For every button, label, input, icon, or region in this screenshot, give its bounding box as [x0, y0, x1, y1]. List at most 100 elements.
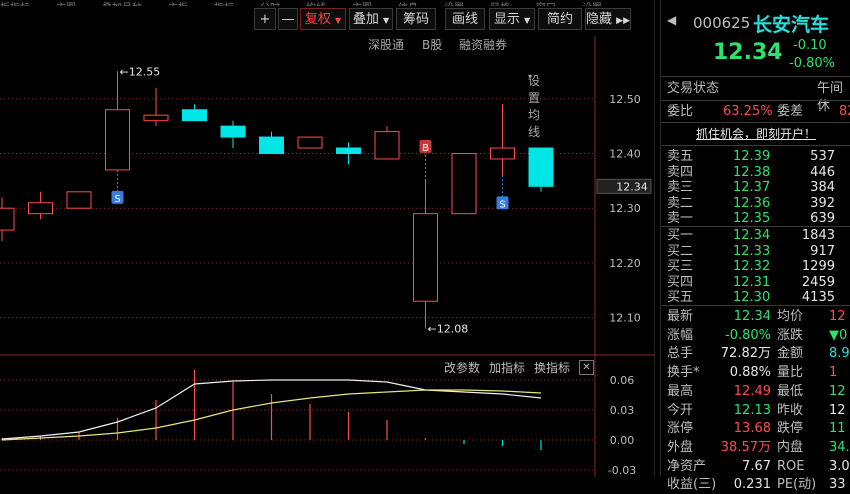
kline-chart-svg[interactable]: 12.50 12.40 12.30 12.20 12.10 12.34 ←12.55 ←12.… [0, 0, 655, 477]
quote-value: 13.68 [733, 421, 771, 437]
quote-label: 总手 [667, 346, 694, 362]
toolbar: 板指标主图叠加品种主板指标分时均线主图信息设置风格窗口设置 + — 复权 ▼ 叠… [0, 0, 660, 36]
y-tick-label: 12.40 [609, 147, 641, 160]
candle-body [220, 125, 246, 138]
quote-label: 外盘 [667, 439, 694, 455]
quote-label: 跌停 [777, 421, 804, 437]
current-price: 12.34 [713, 40, 783, 65]
bgu-link[interactable]: B股 [422, 36, 442, 53]
toolbar-top-strip: 板指标主图叠加品种主板指标分时均线主图信息设置风格窗口设置 [0, 0, 660, 7]
gai-canshu-button[interactable]: 改参数 [444, 359, 480, 376]
quote-row: 今开 12.13 昨收 12 [661, 402, 850, 420]
kline-chart-area[interactable]: 12.50 12.40 12.30 12.20 12.10 12.34 ←12.55 ←12.… [0, 0, 655, 477]
weicha-value: 82 [839, 104, 850, 119]
quote-value: 0.231 [733, 477, 771, 493]
y-tick-label: 12.20 [609, 257, 641, 270]
candle-body [259, 136, 284, 154]
quote-label: 涨跌 [777, 327, 804, 343]
quote-row: 外盘 38.57万内盘 34.2 [661, 439, 850, 457]
price-annotation: ←12.08 [428, 323, 469, 336]
candle-body [490, 147, 515, 160]
stock-code: 000625 [693, 14, 751, 32]
current-price-label: 12.34 [616, 180, 648, 193]
y-tick-label: 12.10 [609, 312, 641, 325]
trade-status-row: 交易状态 午间休 [661, 80, 850, 114]
yincang-button[interactable]: 隐藏 ▶▶ [585, 8, 631, 30]
quote-label: 最低 [777, 383, 804, 399]
indicator-y-tick: 0.00 [610, 434, 635, 447]
shengutong-link[interactable]: 深股通 [368, 36, 404, 53]
double-chevron-right-icon: ▶▶ [616, 16, 630, 26]
jianyue-button[interactable]: 简约 [538, 8, 582, 30]
candle-body [28, 202, 53, 215]
chevron-down-icon: ▼ [335, 16, 342, 25]
quote-row: 涨幅 -0.80% 涨跌 ▼0 [661, 327, 850, 345]
quote-row: 换手* 0.88% 量比 1 [661, 364, 850, 382]
zoom-in-button[interactable]: + [254, 8, 276, 30]
quote-value: 3.0 [829, 458, 850, 474]
shezhi-label: 设置均线 [528, 74, 541, 139]
quote-label: 金额 [777, 346, 804, 362]
huan-zhibiao-button[interactable]: 换指标 [534, 359, 570, 376]
quote-label: 净资产 [667, 458, 707, 474]
chevron-down-icon: ▼ [383, 16, 390, 25]
candle-body [297, 136, 323, 149]
fuquan-label: 复权 [304, 12, 331, 27]
diejia-label: 叠加 [352, 12, 379, 27]
quote-value: 12 [829, 383, 846, 399]
quote-row: 净资产 7.67 ROE 3.0 [661, 458, 850, 476]
xianshi-label: 显示 [493, 12, 520, 27]
y-tick-label: 12.30 [609, 202, 641, 215]
price-annotation: ←12.55 [120, 65, 161, 78]
quote-row: 涨停 13.68 跌停 11 [661, 420, 850, 438]
rongzi-link[interactable]: 融资融券 [459, 36, 507, 53]
yincang-label: 隐藏 [586, 12, 613, 27]
xianshi-button[interactable]: 显示 ▼ [489, 8, 535, 30]
diejia-button[interactable]: 叠加 ▼ [349, 8, 393, 30]
candle-body [182, 109, 207, 122]
quote-value: 34.2 [829, 439, 850, 455]
candle-body [413, 213, 438, 302]
price-change: -0.10 [793, 38, 827, 53]
zoom-out-button[interactable]: — [278, 8, 298, 30]
fuquan-button[interactable]: 复权 ▼ [300, 8, 346, 30]
quote-value: 12.13 [733, 402, 771, 418]
quote-label: 涨停 [667, 421, 694, 437]
candle-body [336, 147, 361, 154]
signal-text: B [422, 143, 429, 154]
weibi-row: 委比 63.25% 委差 82 [661, 103, 850, 121]
chouma-button[interactable]: 筹码 [396, 8, 436, 30]
quote-label: 换手* [667, 365, 700, 381]
candle-body [143, 114, 169, 122]
quote-label: 昨收 [777, 402, 804, 418]
close-indicator-button[interactable]: ✕ [579, 360, 594, 375]
quote-value: -0.80% [725, 327, 771, 343]
quote-label: 收益(三) [667, 477, 717, 493]
indicator-y-tick: 0.03 [610, 404, 635, 417]
chevron-down-icon: ▼ [524, 16, 531, 25]
quote-label: 均价 [777, 309, 804, 324]
promo-link[interactable]: 抓住机会，即刻开户！ [661, 125, 850, 142]
quote-label: 量比 [777, 365, 804, 381]
quote-label: 最高 [667, 383, 694, 399]
jia-zhibiao-button[interactable]: 加指标 [489, 359, 525, 376]
weibi-value: 63.25% [723, 104, 773, 119]
candle-body [451, 152, 477, 215]
huaxian-button[interactable]: 画线 [445, 8, 485, 30]
quote-label: 今开 [667, 402, 694, 418]
quote-label: 涨幅 [667, 327, 694, 343]
quote-label: 最新 [667, 309, 694, 324]
quote-label: PE(动) [777, 477, 817, 493]
candle-body [66, 191, 92, 209]
quote-row: 最高 12.49 最低 12 [661, 383, 850, 401]
quote-value: 11 [829, 421, 846, 437]
stock-terminal: 12.50 12.40 12.30 12.20 12.10 12.34 ←12.55 ←12.… [0, 0, 850, 492]
quote-value: 33 [829, 477, 846, 493]
signal-text: S [114, 194, 120, 205]
y-tick-label: 12.50 [609, 93, 641, 106]
stock-header: ◀ 000625 长安汽车 12.34 -0.10 -0.80% [661, 0, 850, 71]
triangle-left-icon[interactable]: ◀ [667, 13, 676, 27]
quote-value: 0.88% [729, 365, 771, 381]
quote-label: ROE [777, 458, 805, 474]
stock-name: 长安汽车 [753, 14, 830, 36]
